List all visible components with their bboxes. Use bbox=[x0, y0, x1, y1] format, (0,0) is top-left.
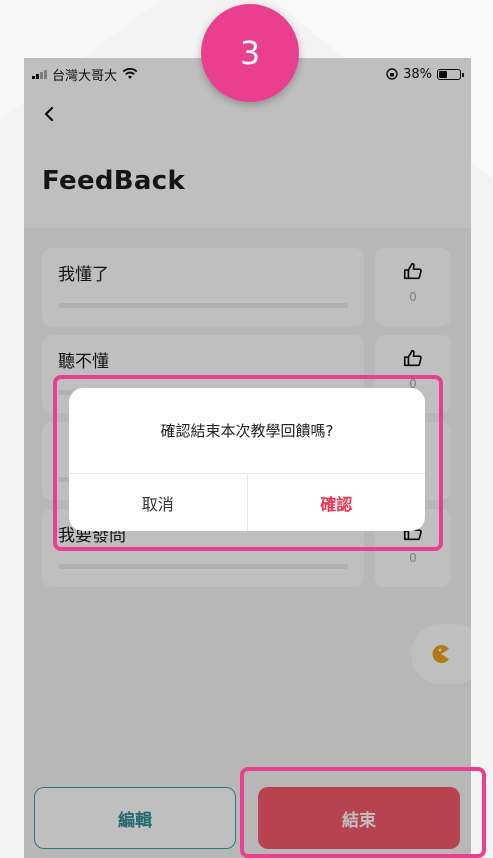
dialog-highlight bbox=[53, 375, 443, 551]
end-button-highlight bbox=[240, 767, 486, 858]
step-badge: 3 bbox=[201, 4, 299, 102]
